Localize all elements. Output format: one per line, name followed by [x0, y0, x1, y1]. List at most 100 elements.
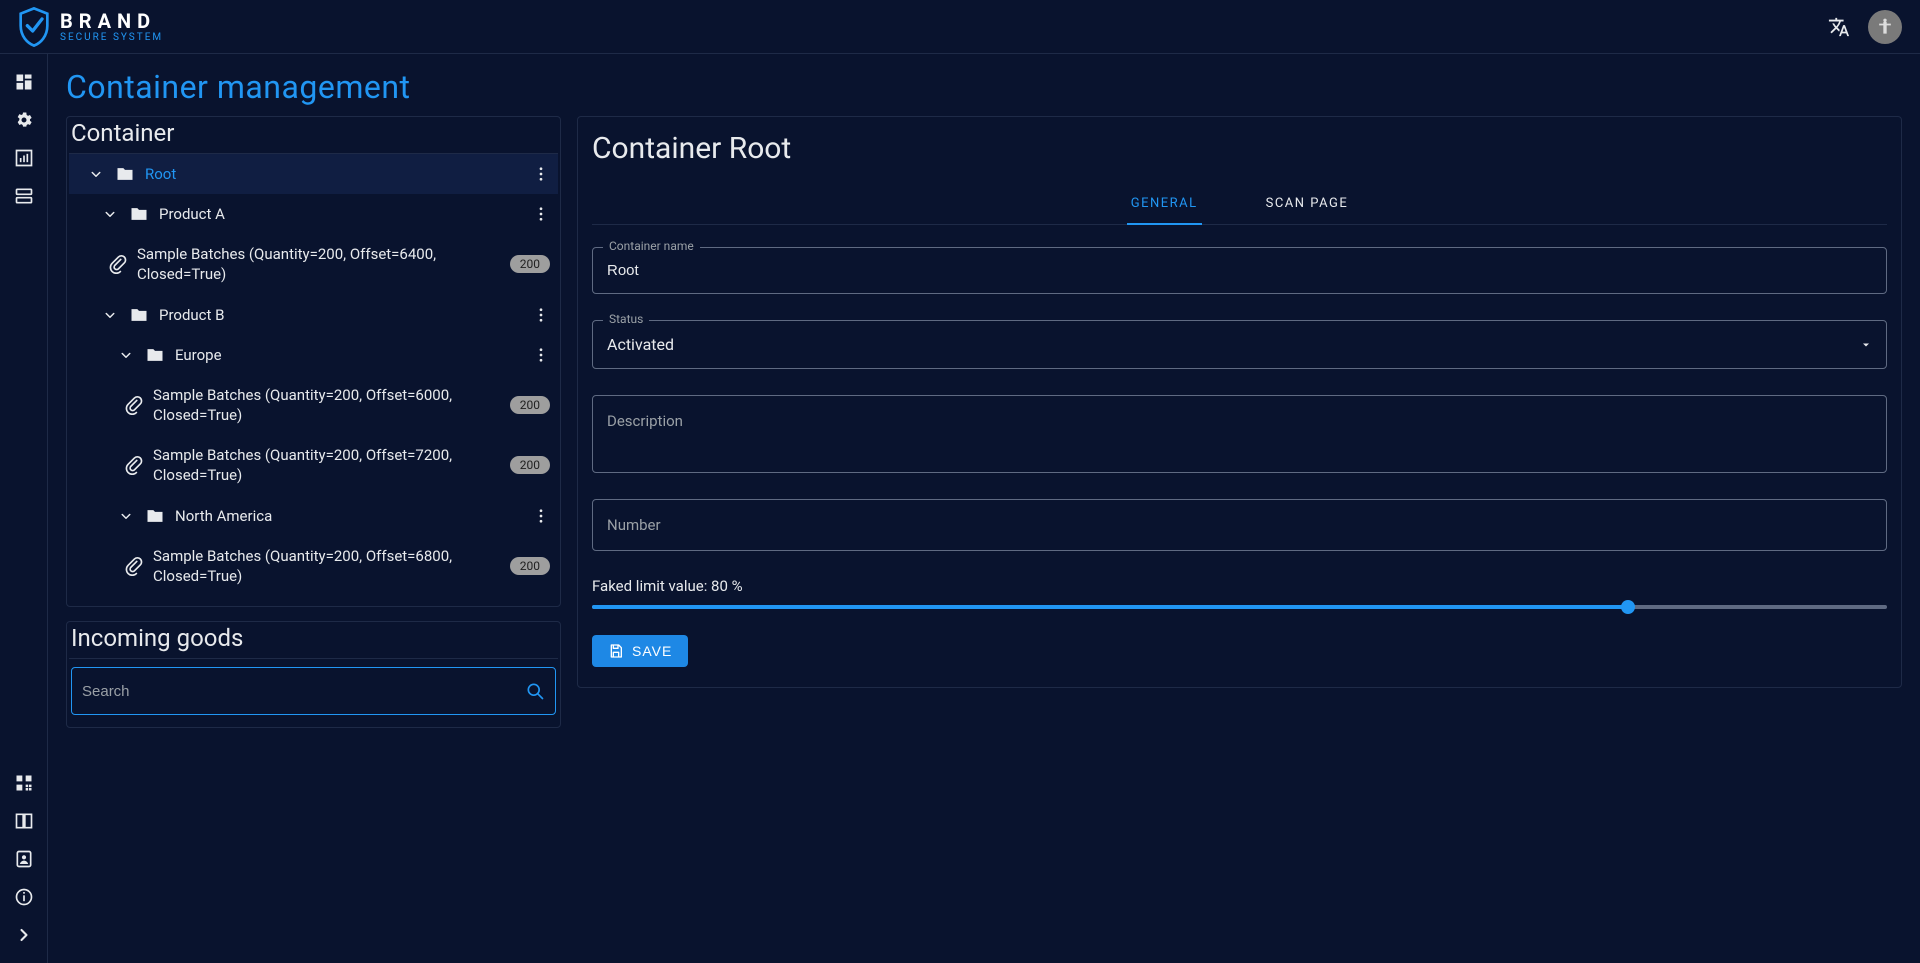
detail-tabs: GENERAL SCAN PAGE	[592, 184, 1887, 225]
dashboard-icon	[14, 72, 34, 92]
folder-icon	[145, 345, 165, 365]
incoming-panel-title: Incoming goods	[69, 622, 558, 659]
tree-node-label: Product B	[159, 306, 522, 324]
more-vert-icon[interactable]	[532, 306, 550, 324]
user-avatar[interactable]	[1868, 10, 1902, 44]
more-vert-icon[interactable]	[532, 165, 550, 183]
number-field[interactable]: Number	[592, 499, 1887, 551]
folder-icon	[145, 506, 165, 526]
stack-icon	[14, 186, 34, 206]
save-icon	[608, 643, 624, 659]
slider-fill	[592, 605, 1628, 609]
save-button-label: SAVE	[632, 643, 672, 659]
more-vert-icon[interactable]	[532, 205, 550, 223]
translate-icon[interactable]	[1828, 16, 1850, 38]
accessibility-icon	[1875, 17, 1895, 37]
status-value: Activated	[607, 335, 674, 354]
chevron-down-icon	[117, 507, 135, 525]
sidebar-dashboard[interactable]	[12, 70, 36, 94]
chevron-down-icon	[117, 346, 135, 364]
tree-leaf-batch[interactable]: Sample Batches (Quantity=200, Offset=600…	[69, 375, 558, 436]
app-logo: BRAND SECURE SYSTEM	[18, 7, 163, 47]
tree-node-label: Product A	[159, 205, 522, 223]
sidebar-containers[interactable]	[12, 184, 36, 208]
tree-node-label: Root	[145, 165, 522, 183]
tree-node-product-a[interactable]: Product A	[69, 194, 558, 234]
tree-leaf-batch[interactable]: Sample Batches (Quantity=200, Offset=680…	[69, 536, 558, 597]
sidebar-info[interactable]	[12, 885, 36, 909]
container-name-input[interactable]	[607, 248, 1872, 293]
gear-icon	[14, 110, 34, 130]
count-badge: 200	[510, 396, 550, 414]
incoming-goods-panel: Incoming goods	[66, 621, 561, 728]
status-field[interactable]: Status Activated	[592, 320, 1887, 369]
faked-limit-slider-row: Faked limit value: 80 %	[592, 577, 1887, 609]
sidebar-settings[interactable]	[12, 108, 36, 132]
tree-node-north-america[interactable]: North America	[69, 496, 558, 536]
nav-sidebar	[0, 54, 48, 963]
sidebar-reports[interactable]	[12, 146, 36, 170]
count-badge: 200	[510, 255, 550, 273]
book-icon	[14, 811, 34, 831]
search-icon[interactable]	[525, 681, 545, 701]
page-title: Container management	[66, 68, 1902, 106]
tree-node-root[interactable]: Root	[69, 154, 558, 194]
container-name-field[interactable]: Container name	[592, 247, 1887, 294]
field-label: Number	[607, 500, 1872, 550]
app-header: BRAND SECURE SYSTEM	[0, 0, 1920, 54]
attachment-icon	[107, 254, 127, 274]
tree-node-europe[interactable]: Europe	[69, 335, 558, 375]
status-select[interactable]: Activated	[607, 321, 1872, 368]
search-field[interactable]	[71, 667, 556, 715]
attachment-icon	[123, 395, 143, 415]
chevron-right-icon	[14, 925, 34, 945]
tree-leaf-batch[interactable]: Sample Batches (Quantity=200, Offset=720…	[69, 435, 558, 496]
sidebar-scan[interactable]	[12, 771, 36, 795]
info-icon	[14, 887, 34, 907]
save-button[interactable]: SAVE	[592, 635, 688, 667]
tree-leaf-batch[interactable]: Sample Batches (Quantity=200, Offset=640…	[69, 234, 558, 295]
detail-title: Container Root	[592, 131, 1887, 166]
sidebar-users[interactable]	[12, 847, 36, 871]
description-field[interactable]: Description	[592, 395, 1887, 473]
slider-thumb[interactable]	[1621, 600, 1635, 614]
sidebar-docs[interactable]	[12, 809, 36, 833]
sidebar-expand[interactable]	[12, 923, 36, 947]
tab-general[interactable]: GENERAL	[1127, 184, 1202, 225]
chevron-down-icon	[87, 165, 105, 183]
folder-icon	[129, 305, 149, 325]
slider-label: Faked limit value: 80 %	[592, 577, 1887, 595]
shield-icon	[18, 7, 50, 47]
tree-leaf-label: Sample Batches (Quantity=200, Offset=640…	[137, 244, 500, 285]
attachment-icon	[123, 455, 143, 475]
field-label: Container name	[603, 239, 700, 253]
more-vert-icon[interactable]	[532, 507, 550, 525]
container-panel-title: Container	[69, 117, 558, 154]
count-badge: 200	[510, 557, 550, 575]
tree-node-product-b[interactable]: Product B	[69, 295, 558, 335]
folder-icon	[115, 164, 135, 184]
search-input[interactable]	[82, 683, 525, 700]
tree-node-label: North America	[175, 507, 522, 525]
chevron-down-icon	[101, 306, 119, 324]
tab-scan-page[interactable]: SCAN PAGE	[1262, 184, 1353, 224]
more-vert-icon[interactable]	[532, 346, 550, 364]
badge-icon	[14, 849, 34, 869]
tree-leaf-label: Sample Batches (Quantity=200, Offset=600…	[153, 385, 500, 426]
tree-leaf-label: Sample Batches (Quantity=200, Offset=680…	[153, 546, 500, 587]
attachment-icon	[123, 556, 143, 576]
tree-leaf-label: Sample Batches (Quantity=200, Offset=720…	[153, 445, 500, 486]
logo-brand-text: BRAND	[60, 11, 163, 31]
slider-track[interactable]	[592, 605, 1887, 609]
chevron-down-icon	[101, 205, 119, 223]
logo-sub-text: SECURE SYSTEM	[60, 33, 163, 43]
caret-down-icon	[1860, 339, 1872, 351]
tree-node-label: Europe	[175, 346, 522, 364]
detail-panel: Container Root GENERAL SCAN PAGE Contain…	[577, 116, 1902, 688]
chart-icon	[14, 148, 34, 168]
field-label: Description	[607, 396, 683, 446]
count-badge: 200	[510, 456, 550, 474]
field-label: Status	[603, 312, 649, 326]
folder-icon	[129, 204, 149, 224]
container-tree-panel: Container Root Product A Sa	[66, 116, 561, 607]
